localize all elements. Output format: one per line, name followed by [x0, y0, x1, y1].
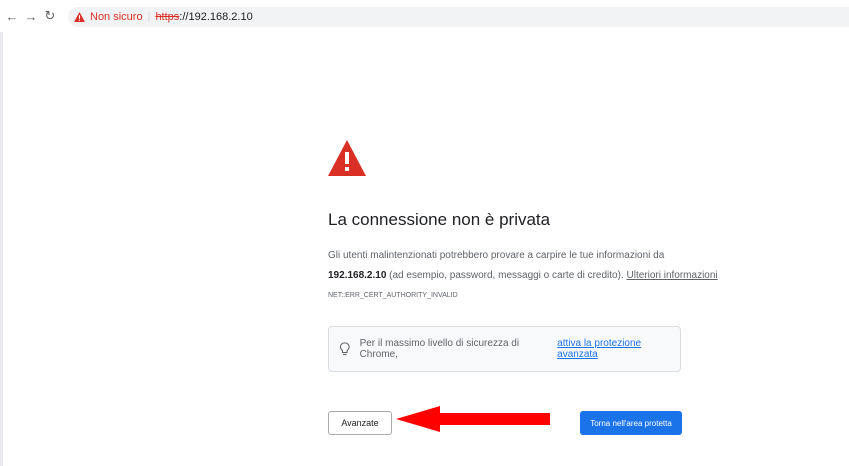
- explanation-line-2-text: (ad esempio, password, messaggi o carte …: [386, 270, 627, 281]
- omnibox-separator: |: [147, 11, 151, 23]
- url-scheme: https: [155, 11, 180, 23]
- large-warning-icon: [328, 140, 366, 176]
- back-to-safety-button[interactable]: Torna nell'area protetta: [580, 411, 682, 435]
- url-host: ://192.168.2.10: [179, 11, 253, 23]
- explanation-line-1: Gli utenti malintenzionati potrebbero pr…: [328, 250, 665, 261]
- enhanced-protection-tip: Per il massimo livello di sicurezza di C…: [328, 326, 681, 372]
- red-annotation-arrow: [396, 406, 550, 432]
- advanced-button[interactable]: Avanzate: [328, 411, 392, 435]
- page-left-border: [0, 32, 3, 466]
- explanation-line-2: 192.168.2.10 (ad esempio, password, mess…: [328, 266, 718, 286]
- browser-toolbar: ← → ↻ Non sicuro | https://192.168.2.10: [0, 0, 849, 32]
- tip-text: Per il massimo livello di sicurezza di C…: [359, 338, 520, 360]
- forward-arrow-icon[interactable]: →: [23, 8, 39, 24]
- not-secure-label[interactable]: Non sicuro: [90, 11, 143, 23]
- address-bar[interactable]: Non sicuro | https://192.168.2.10: [68, 7, 849, 27]
- enhanced-protection-link[interactable]: attiva la protezione avanzata: [557, 338, 680, 360]
- reload-icon[interactable]: ↻: [42, 8, 58, 24]
- host-bold: 192.168.2.10: [328, 270, 387, 281]
- error-code[interactable]: NET::ERR_CERT_AUTHORITY_INVALID: [328, 292, 458, 299]
- more-info-link[interactable]: Ulteriori informazioni: [627, 270, 718, 281]
- warning-triangle-icon[interactable]: [74, 12, 85, 22]
- back-arrow-icon[interactable]: ←: [4, 8, 20, 24]
- page-title: La connessione non è privata: [328, 210, 551, 229]
- explanation-paragraph: Gli utenti malintenzionati potrebbero pr…: [328, 246, 718, 286]
- lightbulb-icon: [339, 342, 350, 355]
